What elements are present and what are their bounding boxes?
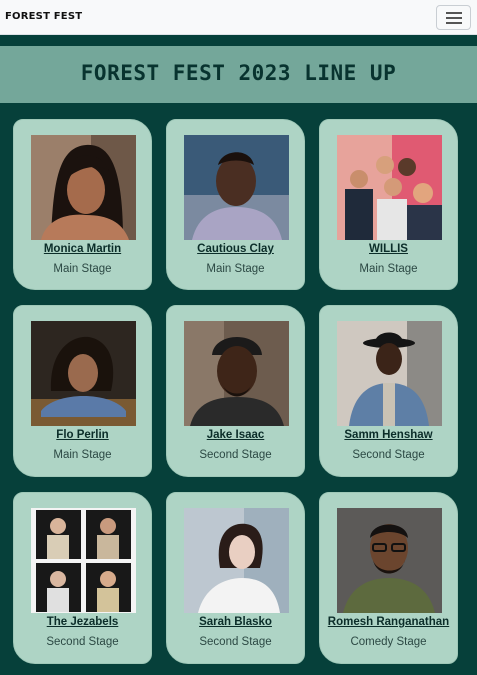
- artist-stage: Main Stage: [206, 263, 265, 275]
- navbar: FOREST FEST: [0, 0, 477, 35]
- artist-card: WILLIS Main Stage: [319, 119, 458, 290]
- artist-card: The Jezabels Second Stage: [13, 492, 152, 664]
- brand-logo[interactable]: FOREST FEST: [5, 11, 82, 22]
- artist-photo: [31, 135, 136, 240]
- artist-photo: [31, 508, 136, 613]
- artist-stage: Main Stage: [359, 263, 418, 275]
- artist-name-link[interactable]: Flo Perlin: [14, 429, 151, 441]
- artist-name-link[interactable]: The Jezabels: [14, 616, 151, 628]
- artist-photo: [184, 508, 289, 613]
- artist-name-link[interactable]: Cautious Clay: [167, 243, 304, 255]
- page-title: FOREST FEST 2023 LINE UP: [80, 61, 397, 85]
- artist-photo: [184, 321, 289, 426]
- artist-card: Monica Martin Main Stage: [13, 119, 152, 290]
- artist-name-link[interactable]: Jake Isaac: [167, 429, 304, 441]
- lineup-banner: FOREST FEST 2023 LINE UP: [0, 46, 477, 103]
- artist-photo: [337, 321, 442, 426]
- artist-stage: Comedy Stage: [350, 636, 427, 648]
- artist-card: Samm Henshaw Second Stage: [319, 305, 458, 477]
- menu-toggle-button[interactable]: [436, 5, 471, 30]
- artist-card: Cautious Clay Main Stage: [166, 119, 305, 290]
- artist-name-link[interactable]: WILLIS: [320, 243, 457, 255]
- artist-stage: Second Stage: [199, 449, 272, 461]
- artist-stage: Second Stage: [46, 636, 119, 648]
- artist-name-link[interactable]: Samm Henshaw: [320, 429, 457, 441]
- artist-name-link[interactable]: Sarah Blasko: [167, 616, 304, 628]
- artist-stage: Main Stage: [53, 449, 112, 461]
- artist-photo: [337, 508, 442, 613]
- hamburger-menu-icon: [446, 17, 462, 19]
- artist-card: Jake Isaac Second Stage: [166, 305, 305, 477]
- artist-name-link[interactable]: Romesh Ranganathan: [320, 616, 457, 628]
- artist-photo: [337, 135, 442, 240]
- hamburger-menu-icon: [446, 12, 462, 14]
- artist-card: Romesh Ranganathan Comedy Stage: [319, 492, 458, 664]
- hamburger-menu-icon: [446, 22, 462, 24]
- artist-name-link[interactable]: Monica Martin: [14, 243, 151, 255]
- artist-card: Flo Perlin Main Stage: [13, 305, 152, 477]
- artist-stage: Second Stage: [199, 636, 272, 648]
- artist-card: Sarah Blasko Second Stage: [166, 492, 305, 664]
- artist-photo: [31, 321, 136, 426]
- artist-stage: Main Stage: [53, 263, 112, 275]
- artist-photo: [184, 135, 289, 240]
- artist-stage: Second Stage: [352, 449, 425, 461]
